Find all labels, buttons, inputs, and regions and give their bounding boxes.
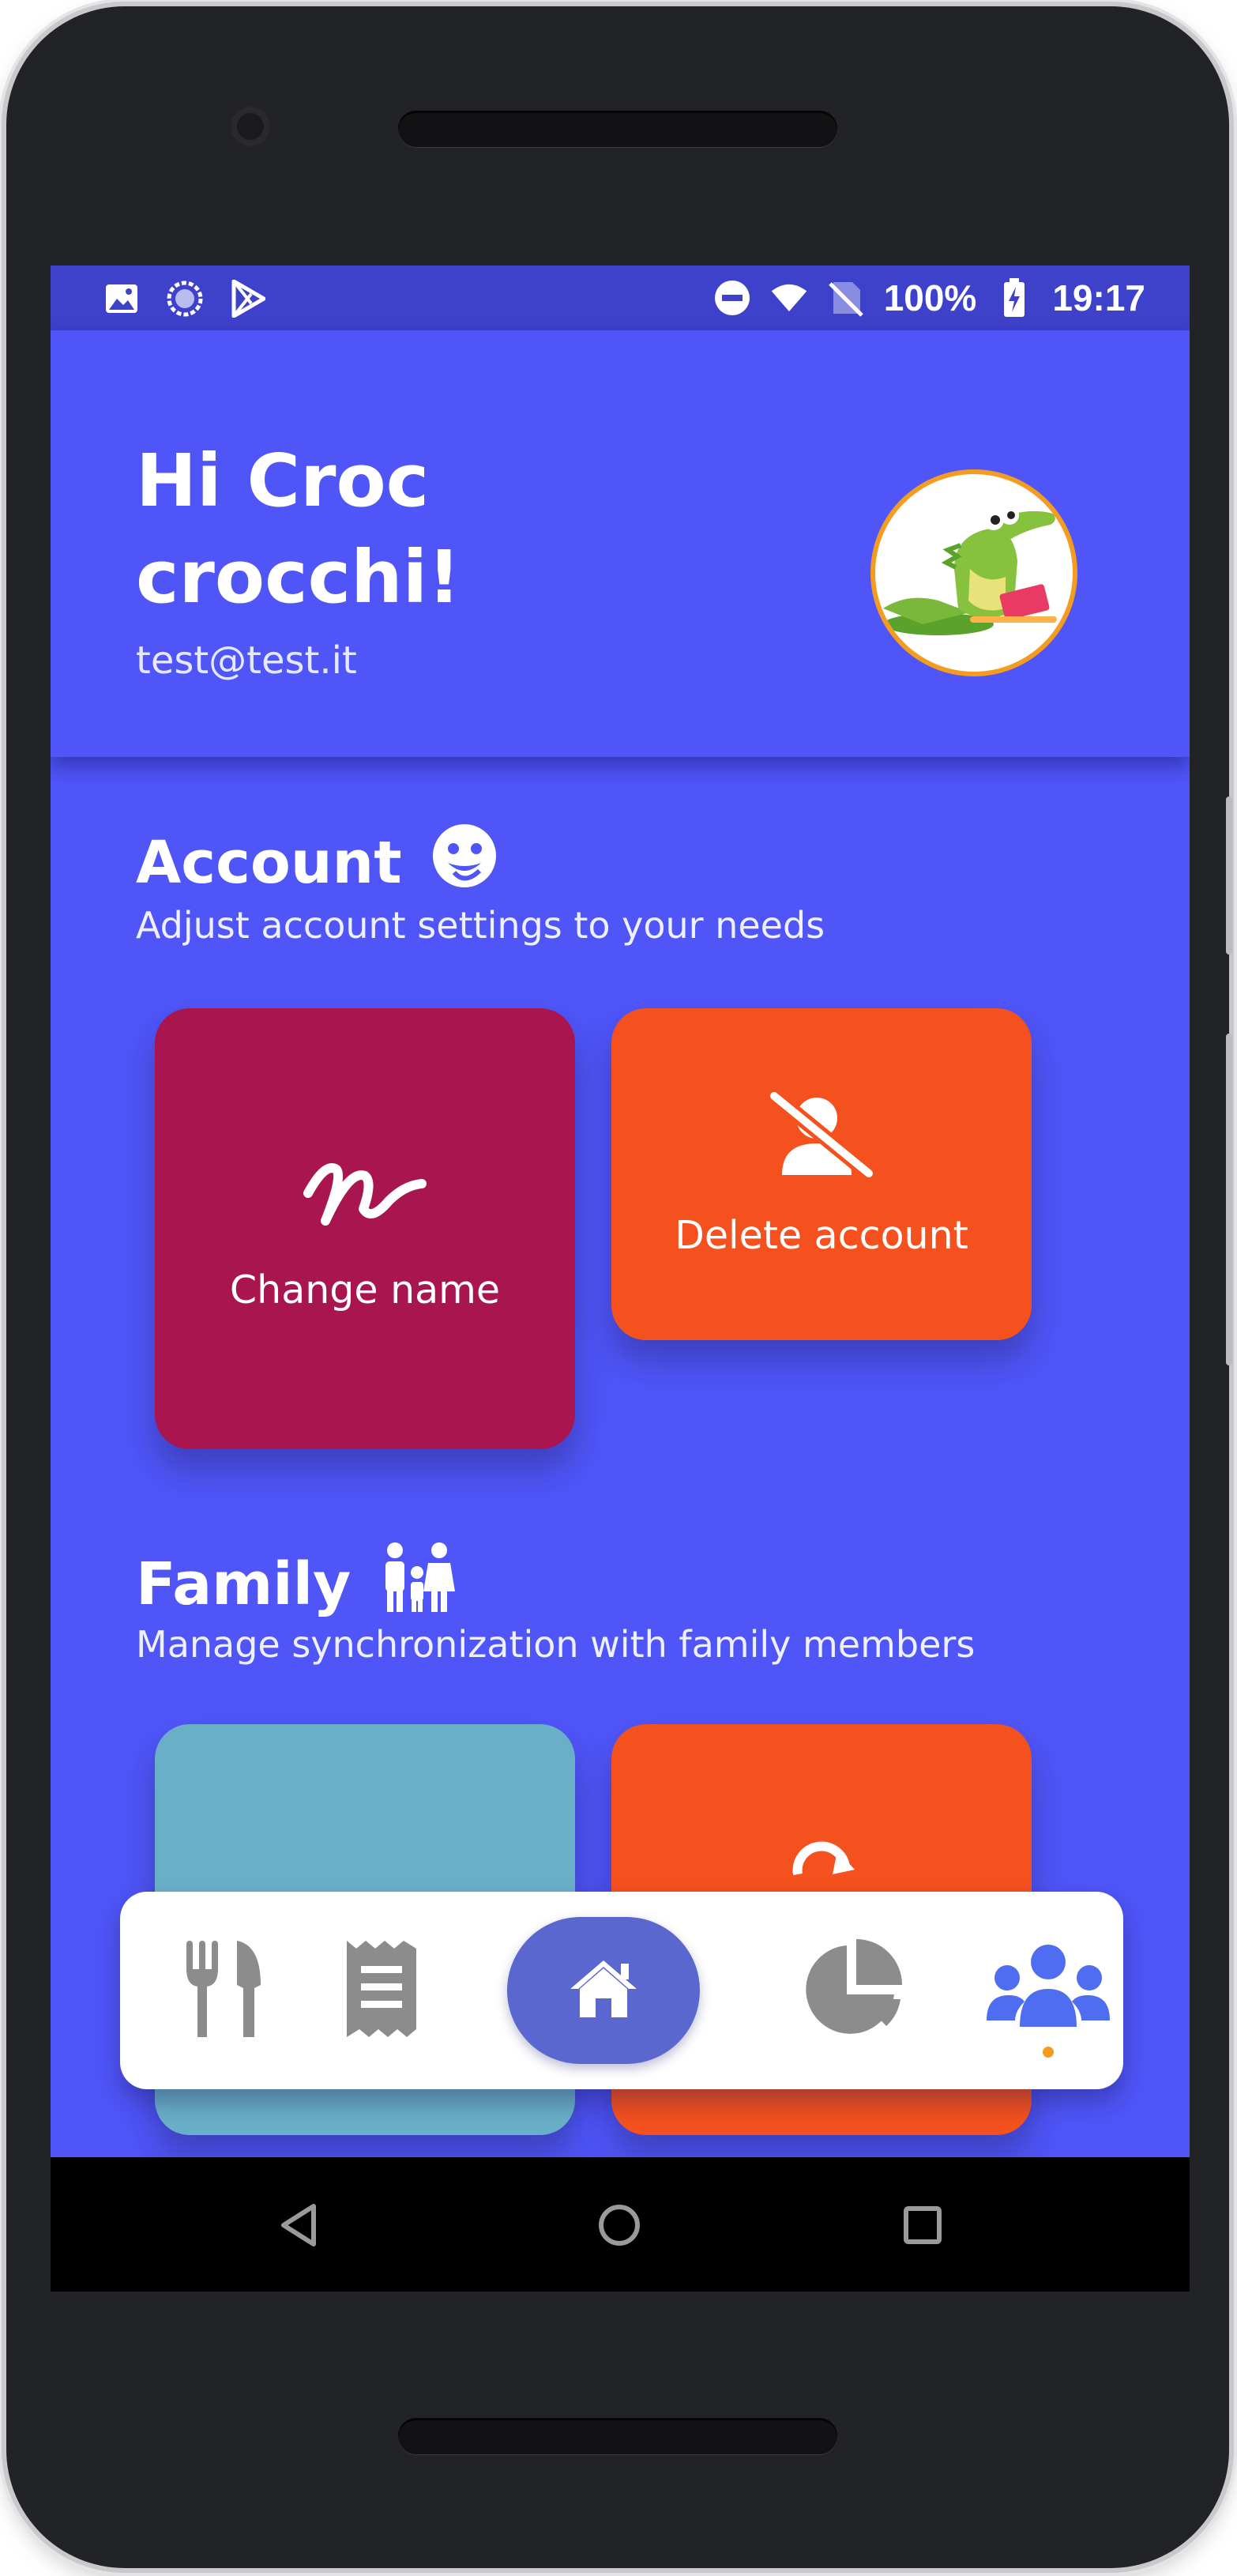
receipt-icon <box>342 1938 421 2043</box>
delete-account-card[interactable]: Delete account <box>611 1008 1032 1340</box>
bottom-navigation <box>120 1892 1123 2089</box>
bottom-speaker <box>398 2418 837 2454</box>
active-indicator <box>1043 2047 1054 2058</box>
recents-square-icon <box>903 2205 942 2248</box>
greeting-title: Hi Croc crocchi! <box>136 439 461 620</box>
home-icon <box>566 1957 641 2024</box>
user-slash-icon <box>768 1089 875 1188</box>
loading-icon <box>166 280 204 318</box>
top-speaker <box>398 111 837 147</box>
back-triangle-icon <box>279 2203 318 2250</box>
user-email: test@test.it <box>136 638 357 683</box>
nav-receipts[interactable] <box>322 1931 441 2050</box>
front-camera <box>231 107 270 146</box>
account-title-text: Account <box>136 829 402 897</box>
nav-home[interactable] <box>507 1917 700 2064</box>
family-subtitle: Manage synchronization with family membe… <box>136 1623 976 1666</box>
face-icon <box>431 822 498 904</box>
signature-icon <box>302 1146 428 1242</box>
utensils-icon <box>182 1938 269 2043</box>
delete-account-label: Delete account <box>675 1212 968 1258</box>
status-bar: 100% 19:17 <box>51 266 1190 330</box>
change-name-label: Change name <box>229 1267 501 1312</box>
change-name-card[interactable]: Change name <box>155 1008 575 1449</box>
nav-family[interactable] <box>987 1931 1110 2050</box>
battery-charging-icon <box>995 278 1033 317</box>
do-not-disturb-icon <box>713 279 751 317</box>
power-button <box>1226 1034 1232 1365</box>
system-navigation-bar <box>51 2157 1190 2292</box>
account-section-title: Account <box>136 822 498 904</box>
home-circle-icon <box>597 2203 641 2250</box>
crocodile-avatar[interactable] <box>875 474 1073 672</box>
wifi-icon <box>770 279 808 317</box>
battery-percent: 100% <box>883 277 977 318</box>
play-store-icon <box>229 280 267 318</box>
app-screen: 100% 19:17 Hi Croc crocchi! test@test.it <box>51 266 1190 2292</box>
family-section-title: Family <box>136 1541 456 1628</box>
account-subtitle: Adjust account settings to your needs <box>136 904 825 947</box>
image-icon <box>103 280 141 318</box>
family-icon <box>379 1541 456 1628</box>
users-icon <box>985 1943 1111 2038</box>
clock: 19:17 <box>1052 277 1145 318</box>
phone-frame: 100% 19:17 Hi Croc crocchi! test@test.it <box>6 6 1232 2568</box>
nav-stats[interactable] <box>793 1931 912 2050</box>
back-button[interactable] <box>275 2203 322 2250</box>
no-sim-icon <box>827 279 865 317</box>
home-system-button[interactable] <box>596 2203 643 2250</box>
nav-food[interactable] <box>166 1931 284 2050</box>
family-title-text: Family <box>136 1550 352 1618</box>
profile-header: Hi Croc crocchi! test@test.it <box>51 330 1190 757</box>
recents-button[interactable] <box>899 2203 946 2250</box>
volume-button <box>1226 797 1232 955</box>
pie-chart-icon <box>801 1938 904 2043</box>
